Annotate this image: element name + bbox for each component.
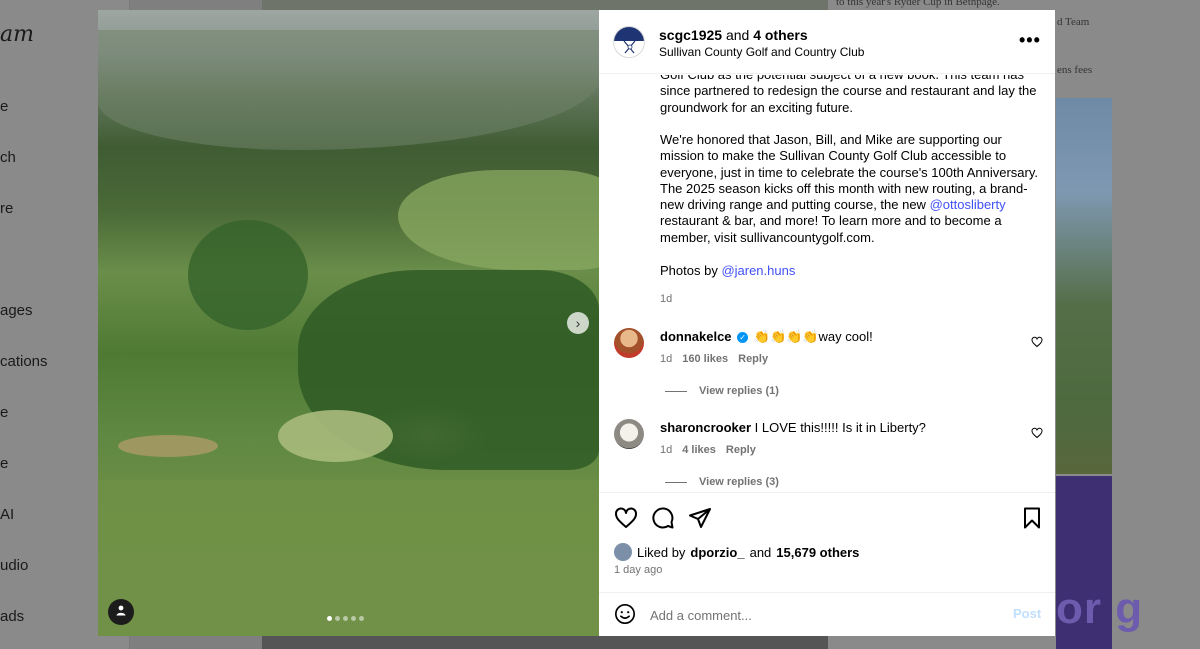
author-subtitle[interactable]: Sullivan County Golf and Country Club <box>659 45 864 59</box>
comment-time[interactable]: 1d <box>660 353 672 365</box>
liker-avatar[interactable] <box>614 543 632 561</box>
background-nav-item: ch <box>0 149 16 166</box>
photo-green <box>278 410 393 462</box>
post-sidebar: scgc1925 and 4 others Sullivan County Go… <box>599 10 1055 636</box>
comment-text-row: donnakelce ✓ 👏👏👏👏way cool! <box>660 329 873 345</box>
likes-summary: Liked by dporzio_ and 15,679 others <box>614 543 859 561</box>
background-feed-image <box>262 636 828 649</box>
comment-text: 👏👏👏👏way cool! <box>753 329 873 344</box>
heart-icon[interactable] <box>1031 427 1043 439</box>
mention-link[interactable]: @jaren.huns <box>721 263 795 278</box>
comment-meta: 1d 160 likes Reply <box>660 353 768 365</box>
photo-trees <box>188 220 308 330</box>
caption-time[interactable]: 1d <box>660 293 672 305</box>
post-header: scgc1925 and 4 others Sullivan County Go… <box>599 10 1055 74</box>
heart-icon[interactable] <box>614 506 638 530</box>
caption-paragraph: Photos by @jaren.huns <box>660 263 1040 279</box>
background-nav-item: re <box>0 200 14 217</box>
carousel-indicator <box>327 616 364 621</box>
comment-time[interactable]: 1d <box>660 444 672 456</box>
reply-button[interactable]: Reply <box>738 353 768 365</box>
emoji-icon[interactable] <box>614 603 636 625</box>
post-photo[interactable]: › <box>98 10 599 636</box>
comments-scroll-area[interactable]: Golf Club as the potential subject of a … <box>599 75 1055 492</box>
background-nav-item: ads <box>0 608 25 625</box>
comment-avatar[interactable] <box>614 419 644 449</box>
background-logo: am <box>0 22 34 47</box>
bookmark-icon[interactable] <box>1020 506 1044 530</box>
comment-input[interactable] <box>650 605 990 625</box>
caption-paragraph: We're honored that Jason, Bill, and Mike… <box>660 132 1040 246</box>
comment-composer: Post <box>599 592 1055 637</box>
post-timestamp[interactable]: 1 day ago <box>614 564 662 576</box>
photo-lower-fairway <box>98 480 599 636</box>
chevron-right-icon[interactable]: › <box>567 312 589 334</box>
carousel-dot <box>327 616 332 621</box>
verified-icon: ✓ <box>737 332 749 344</box>
view-replies-label: View replies (3) <box>699 476 779 488</box>
post-modal: › scgc1925 and 4 others Sullivan County … <box>98 10 1055 636</box>
background-nav-item: AI <box>0 506 15 523</box>
comment-likes[interactable]: 4 likes <box>682 444 716 456</box>
comment-text-row: sharoncrooker I LOVE this!!!!! Is it in … <box>660 420 926 435</box>
background-article-text: d Team <box>1057 16 1090 28</box>
mention-link[interactable]: @ottosliberty <box>930 197 1006 212</box>
comment-username[interactable]: sharoncrooker <box>660 420 751 435</box>
carousel-dot <box>351 616 356 621</box>
background-nav-item: e <box>0 404 9 421</box>
background-article-text: ens fees <box>1057 64 1093 76</box>
reply-button[interactable]: Reply <box>726 444 756 456</box>
background-nav-item: ages <box>0 302 33 319</box>
more-icon[interactable]: ••• <box>1019 30 1041 51</box>
comment-username[interactable]: donnakelce <box>660 329 732 344</box>
photo-bunker <box>118 435 218 457</box>
view-replies-label: View replies (1) <box>699 385 779 397</box>
background-nav-item: cations <box>0 353 48 370</box>
user-tag-icon[interactable] <box>108 599 134 625</box>
post-button[interactable]: Post <box>1013 606 1041 621</box>
divider-line <box>665 481 687 483</box>
likes-count[interactable]: 15,679 others <box>776 545 859 560</box>
background-article-image <box>1056 98 1112 474</box>
background-nav-item: udio <box>0 557 29 574</box>
heart-icon[interactable] <box>1031 336 1043 348</box>
view-replies-button[interactable]: View replies (1) <box>665 385 779 397</box>
photo-hills <box>98 30 599 150</box>
view-replies-button[interactable]: View replies (3) <box>665 476 779 488</box>
background-nav-item: e <box>0 98 9 115</box>
caption-text: restaurant & bar, and more! To learn mor… <box>660 213 1002 245</box>
author-avatar[interactable] <box>613 26 645 58</box>
divider-line <box>665 390 687 392</box>
author-line: scgc1925 and 4 others <box>659 27 808 43</box>
author-username[interactable]: scgc1925 <box>659 27 722 43</box>
post-actions: Liked by dporzio_ and 15,679 others 1 da… <box>599 492 1055 636</box>
golf-logo-icon <box>623 40 636 54</box>
background-feed-image <box>262 0 828 10</box>
comment-text: I LOVE this!!!!! Is it in Liberty? <box>754 420 926 435</box>
comment-icon[interactable] <box>651 506 675 530</box>
comment-likes[interactable]: 160 likes <box>682 353 728 365</box>
background-article-text: to this year's Ryder Cup in Bethpage. <box>836 0 1000 8</box>
liked-by-connector: and <box>749 544 772 560</box>
liker-username[interactable]: dporzio_ <box>690 545 744 560</box>
caption-text: Photos by <box>660 263 722 278</box>
share-icon[interactable] <box>688 506 712 530</box>
author-others[interactable]: 4 others <box>753 27 807 43</box>
carousel-dot <box>343 616 348 621</box>
comment-avatar[interactable] <box>614 328 644 358</box>
caption-paragraph: Golf Club as the potential subject of a … <box>660 75 1037 115</box>
author-connector: and <box>722 27 754 43</box>
background-article-headline: or g <box>1056 584 1144 633</box>
liked-by-prefix: Liked by <box>637 544 686 560</box>
carousel-dot <box>335 616 340 621</box>
carousel-dot <box>359 616 364 621</box>
comment-meta: 1d 4 likes Reply <box>660 444 756 456</box>
photo-fairway <box>398 170 599 270</box>
background-nav-item: e <box>0 455 9 472</box>
